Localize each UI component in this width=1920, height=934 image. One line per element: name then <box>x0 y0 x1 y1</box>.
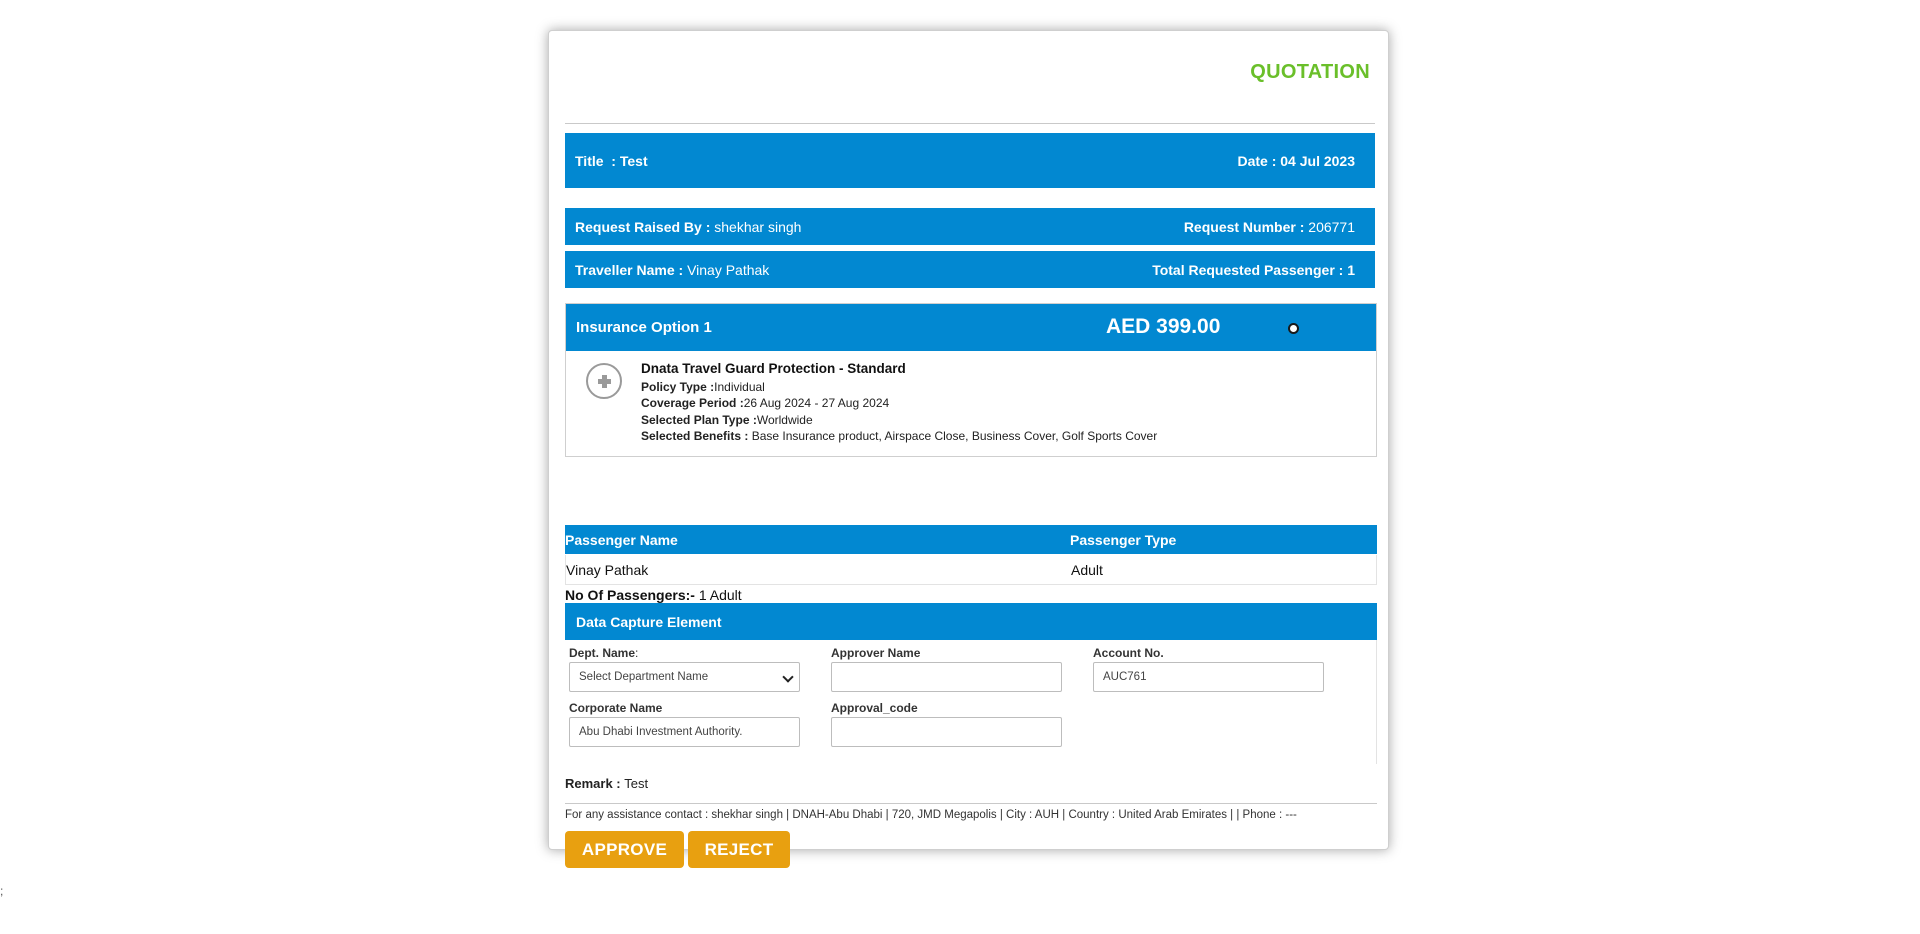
policy-type-value: Individual <box>714 379 765 394</box>
insurance-details: Dnata Travel Guard Protection - Standard… <box>641 361 1157 445</box>
medical-plus-icon <box>586 363 622 399</box>
passenger-name-cell: Vinay Pathak <box>566 562 649 578</box>
passenger-type-cell: Adult <box>1071 562 1103 578</box>
approver-name-label: Approver Name <box>831 646 921 660</box>
traveller-name-value: Vinay Pathak <box>687 261 770 278</box>
passenger-count-value: 1 Adult <box>698 587 742 603</box>
selected-benefits-value: Base Insurance product, Airspace Close, … <box>751 429 1158 443</box>
assistance-contact: For any assistance contact : shekhar sin… <box>565 809 1297 821</box>
divider <box>565 803 1377 804</box>
request-bar: Request Raised By : shekhar singh Reques… <box>565 208 1375 245</box>
request-number-label: Request Number : <box>1183 218 1309 235</box>
dept-name-label: Dept. Name <box>569 646 636 660</box>
stray-text: ; <box>0 884 4 898</box>
approval-code-input[interactable] <box>831 717 1062 747</box>
reject-button[interactable]: REJECT <box>688 831 790 868</box>
dept-name-label-wrap: Dept. Name: <box>569 646 638 660</box>
request-raised-by-label: Request Raised By : <box>575 218 715 235</box>
request-number-value: 206771 <box>1308 218 1355 235</box>
date-text: Date : 04 Jul 2023 <box>1237 152 1355 169</box>
dept-name-selected: Select Department Name <box>579 671 709 683</box>
insurance-option-card: Insurance Option 1 AED 399.00 Dnata Trav… <box>565 303 1377 457</box>
data-capture-form: Dept. Name: Select Department Name Appro… <box>565 640 1377 764</box>
coverage-period-label: Coverage Period : <box>641 396 744 410</box>
quotation-card: QUOTATION Title : Test Date : 04 Jul 202… <box>548 30 1389 868</box>
insurance-option-radio[interactable] <box>1288 323 1299 334</box>
title-text: Title : Test <box>575 152 648 169</box>
page-title: QUOTATION <box>1250 61 1370 83</box>
request-number: Request Number : 206771 <box>1184 219 1355 235</box>
plan-type-label: Selected Plan Type : <box>641 412 757 427</box>
divider <box>565 123 1375 124</box>
insurance-option-header: Insurance Option 1 AED 399.00 <box>566 304 1376 351</box>
traveller-name: Traveller Name : Vinay Pathak <box>575 262 769 278</box>
approval-code-label: Approval_code <box>831 701 918 715</box>
dept-name-colon: : <box>635 646 639 660</box>
remark-value: Test <box>624 776 649 791</box>
corporate-name-label: Corporate Name <box>569 701 663 715</box>
request-raised-by-value: shekhar singh <box>714 218 802 235</box>
insurance-price: AED 399.00 <box>1106 315 1221 338</box>
policy-type-line: Policy Type :Individual <box>641 379 1157 396</box>
title-bar: Title : Test Date : 04 Jul 2023 <box>565 133 1375 188</box>
remark: Remark : Test <box>565 776 648 791</box>
selected-benefits-label: Selected Benefits : <box>641 429 752 443</box>
selected-benefits-line: Selected Benefits : Base Insurance produ… <box>641 428 1157 445</box>
dept-name-select[interactable]: Select Department Name <box>569 662 800 692</box>
plan-type-line: Selected Plan Type :Worldwide <box>641 412 1157 429</box>
passenger-table-header: Passenger Name Passenger Type <box>565 525 1377 554</box>
chevron-down-icon <box>782 671 794 683</box>
insurance-product-name: Dnata Travel Guard Protection - Standard <box>641 361 906 376</box>
policy-type-label: Policy Type : <box>641 379 715 394</box>
insurance-option-label: Insurance Option 1 <box>576 319 712 336</box>
coverage-period-line: Coverage Period :26 Aug 2024 - 27 Aug 20… <box>641 395 1157 412</box>
request-raised-by: Request Raised By : shekhar singh <box>575 219 801 235</box>
data-capture-header: Data Capture Element <box>565 603 1377 640</box>
account-no-label: Account No. <box>1093 646 1164 660</box>
traveller-bar: Traveller Name : Vinay Pathak Total Requ… <box>565 251 1375 288</box>
remark-label: Remark : <box>565 776 625 791</box>
passenger-name-column-header: Passenger Name <box>565 532 678 548</box>
passenger-count-label: No Of Passengers:- <box>565 587 699 603</box>
traveller-name-label: Traveller Name : <box>575 261 688 278</box>
passenger-count: No Of Passengers:- 1 Adult <box>565 587 742 603</box>
table-row: Vinay Pathak Adult <box>565 555 1377 585</box>
coverage-period-value: 26 Aug 2024 - 27 Aug 2024 <box>743 396 890 410</box>
passenger-type-column-header: Passenger Type <box>1070 532 1177 548</box>
approver-name-input[interactable] <box>831 662 1062 692</box>
account-no-input[interactable]: AUC761 <box>1093 662 1324 692</box>
corporate-name-input[interactable]: Abu Dhabi Investment Authority. <box>569 717 800 747</box>
total-requested-passenger: Total Requested Passenger : 1 <box>1152 261 1355 278</box>
plan-type-value: Worldwide <box>756 412 813 427</box>
approve-button[interactable]: APPROVE <box>565 831 684 868</box>
